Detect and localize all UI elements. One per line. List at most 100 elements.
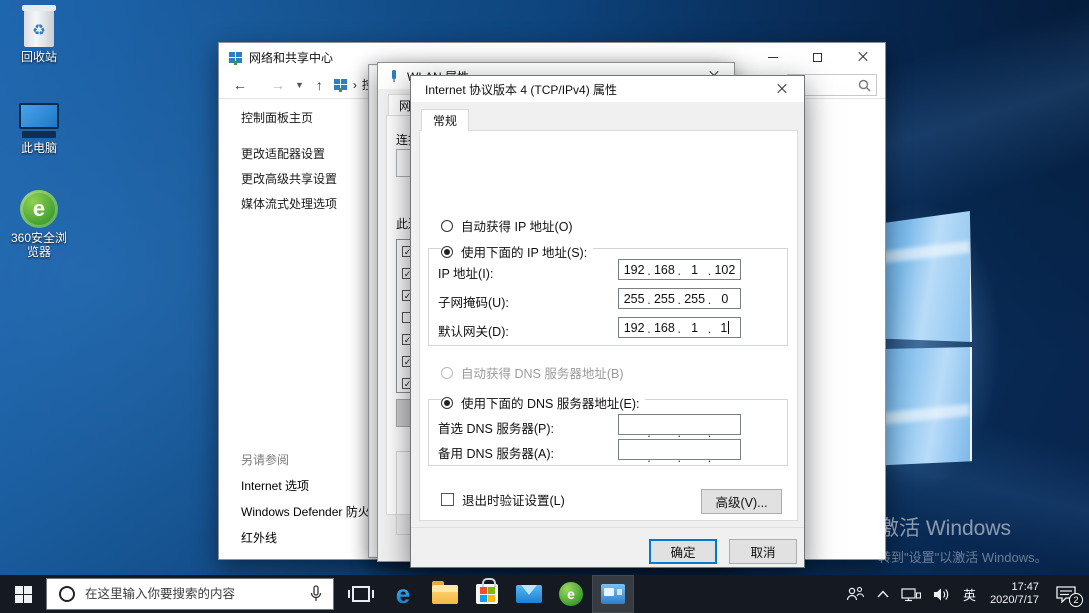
octet: 168 <box>647 263 679 278</box>
taskbar-search-box[interactable] <box>46 578 334 610</box>
ip-address-label: IP 地址(I): <box>438 267 494 281</box>
checkbox-label: 退出时验证设置(L) <box>462 494 565 508</box>
octet: 1 <box>677 263 710 278</box>
subnet-mask-field[interactable]: 255 255 255 0 <box>618 288 741 309</box>
see-also-section: 另请参阅 Internet 选项 Windows Defender 防火墙 红外… <box>241 451 382 555</box>
clock-date: 2020/7/17 <box>990 594 1039 606</box>
recycle-bin-icon: ♻ <box>6 5 72 47</box>
octet: 255 <box>647 292 679 307</box>
search-input[interactable] <box>85 587 309 601</box>
radio-manual-dns[interactable]: 使用下面的 DNS 服务器地址(E): <box>441 393 646 412</box>
recent-pages-dropdown[interactable]: ▼ <box>295 80 304 90</box>
this-pc-icon <box>6 96 72 138</box>
preferred-dns-field[interactable] <box>618 414 741 440</box>
checkbox-icon <box>441 493 454 506</box>
sidebar-item-change-adapter-settings[interactable]: 更改适配器设置 <box>241 145 337 162</box>
up-button[interactable]: ↑ <box>316 77 323 93</box>
octet: 255 <box>623 291 645 306</box>
show-hidden-icons-button[interactable] <box>871 575 895 613</box>
radio-label: 自动获得 DNS 服务器地址(B) <box>461 367 624 381</box>
taskbar-store[interactable] <box>466 575 508 613</box>
dialog-title: Internet 协议版本 4 (TCP/IPv4) 属性 <box>425 82 618 97</box>
people-icon <box>846 586 865 601</box>
desktop-icon-label: 360安全浏览器 <box>10 231 68 259</box>
radio-manual-ip[interactable]: 使用下面的 IP 地址(S): <box>441 242 594 261</box>
taskbar-360-browser[interactable]: e <box>550 575 592 613</box>
sidebar-item-media-streaming[interactable]: 媒体流式处理选项 <box>241 195 337 212</box>
tab-general[interactable]: 常规 <box>421 109 469 131</box>
desktop-icon-label: 此电脑 <box>20 141 57 155</box>
notification-badge: 2 <box>1069 593 1083 607</box>
volume-button[interactable] <box>927 575 957 613</box>
360-browser-icon: e <box>6 186 72 228</box>
desktop-icon-recycle-bin[interactable]: ♻ 回收站 <box>6 5 72 64</box>
folder-icon <box>432 580 458 604</box>
radio-auto-ip[interactable]: 自动获得 IP 地址(O) <box>441 216 579 235</box>
control-panel-sidebar: 控制面板主页 更改适配器设置 更改高级共享设置 媒体流式处理选项 <box>241 109 337 212</box>
action-center-button[interactable]: 2 <box>1047 575 1089 613</box>
taskbar-clock[interactable]: 17:47 2020/7/17 <box>982 581 1047 607</box>
radio-label: 自动获得 IP 地址(O) <box>461 220 573 234</box>
radio-selected-icon <box>441 245 453 258</box>
desktop-icon-360-browser[interactable]: e 360安全浏览器 <box>6 186 72 259</box>
network-tray-button[interactable] <box>895 575 927 613</box>
octet: 102 <box>708 263 740 278</box>
maximize-icon <box>813 52 822 62</box>
people-button[interactable] <box>839 575 871 613</box>
validate-settings-checkbox[interactable]: 退出时验证设置(L) <box>441 490 565 509</box>
close-button[interactable] <box>840 43 885 71</box>
task-view-button[interactable] <box>340 575 382 613</box>
subnet-mask-label: 子网掩码(U): <box>438 296 509 310</box>
taskbar-file-explorer[interactable] <box>424 575 466 613</box>
ethernet-network-icon <box>901 587 922 601</box>
radio-disabled-icon <box>441 366 453 379</box>
breadcrumb-chevron: › <box>352 77 357 92</box>
ip-address-field[interactable]: 192 168 1 102 <box>618 259 741 280</box>
360-browser-icon: e <box>559 582 583 606</box>
dialog-titlebar[interactable]: Internet 协议版本 4 (TCP/IPv4) 属性 <box>411 76 804 102</box>
microphone-icon[interactable] <box>309 585 323 603</box>
back-button[interactable]: ← <box>233 77 247 93</box>
sidebar-item-internet-options[interactable]: Internet 选项 <box>241 477 382 494</box>
close-icon <box>777 84 787 94</box>
cortana-icon <box>59 586 75 602</box>
ok-button[interactable]: 确定 <box>649 539 717 564</box>
sidebar-item-infrared[interactable]: 红外线 <box>241 529 382 546</box>
octet: 168 <box>647 321 679 336</box>
taskbar-network-app-active[interactable] <box>592 575 634 613</box>
taskbar-edge[interactable]: e <box>382 575 424 613</box>
windows-logo-icon <box>14 585 32 603</box>
store-icon <box>476 578 498 604</box>
search-icon <box>858 79 871 91</box>
start-button[interactable] <box>0 575 46 613</box>
octet: 1 <box>677 321 710 336</box>
taskbar: e e <box>0 575 1089 613</box>
alternate-dns-field[interactable] <box>618 439 741 465</box>
taskbar-mail[interactable] <box>508 575 550 613</box>
ipv4-properties-dialog: Internet 协议版本 4 (TCP/IPv4) 属性 常规 如果网络支持此… <box>410 75 805 568</box>
system-tray: 英 17:47 2020/7/17 2 <box>839 575 1089 613</box>
clock-time: 17:47 <box>1011 581 1039 593</box>
close-button[interactable] <box>759 76 804 102</box>
default-gateway-field[interactable]: 192 168 1 1 <box>618 317 741 338</box>
network-center-icon <box>228 50 243 65</box>
desktop: ♻ 回收站 此电脑 e 360安全浏览器 网络和共享中心 ← → ▼ ↑ › 控… <box>0 0 1089 613</box>
ime-indicator[interactable]: 英 <box>957 575 982 613</box>
speaker-icon <box>934 588 949 600</box>
minimize-button[interactable] <box>750 43 795 71</box>
breadcrumb-network-icon <box>333 79 347 92</box>
cancel-button[interactable]: 取消 <box>729 539 797 564</box>
maximize-button[interactable] <box>795 43 840 71</box>
preferred-dns-label: 首选 DNS 服务器(P): <box>438 422 554 436</box>
alternate-dns-label: 备用 DNS 服务器(A): <box>438 447 554 461</box>
desktop-icon-this-pc[interactable]: 此电脑 <box>6 96 72 155</box>
advanced-button[interactable]: 高级(V)... <box>701 489 782 514</box>
sidebar-item-windows-defender-firewall[interactable]: Windows Defender 防火墙 <box>241 503 382 520</box>
octet: 0 <box>708 292 740 307</box>
default-gateway-label: 默认网关(D): <box>438 325 509 339</box>
radio-auto-dns[interactable]: 自动获得 DNS 服务器地址(B) <box>441 363 630 382</box>
sidebar-item-advanced-sharing[interactable]: 更改高级共享设置 <box>241 170 337 187</box>
sidebar-item-control-panel-home[interactable]: 控制面板主页 <box>241 109 337 126</box>
window-title: 网络和共享中心 <box>249 50 334 65</box>
forward-button[interactable]: → <box>271 77 285 93</box>
